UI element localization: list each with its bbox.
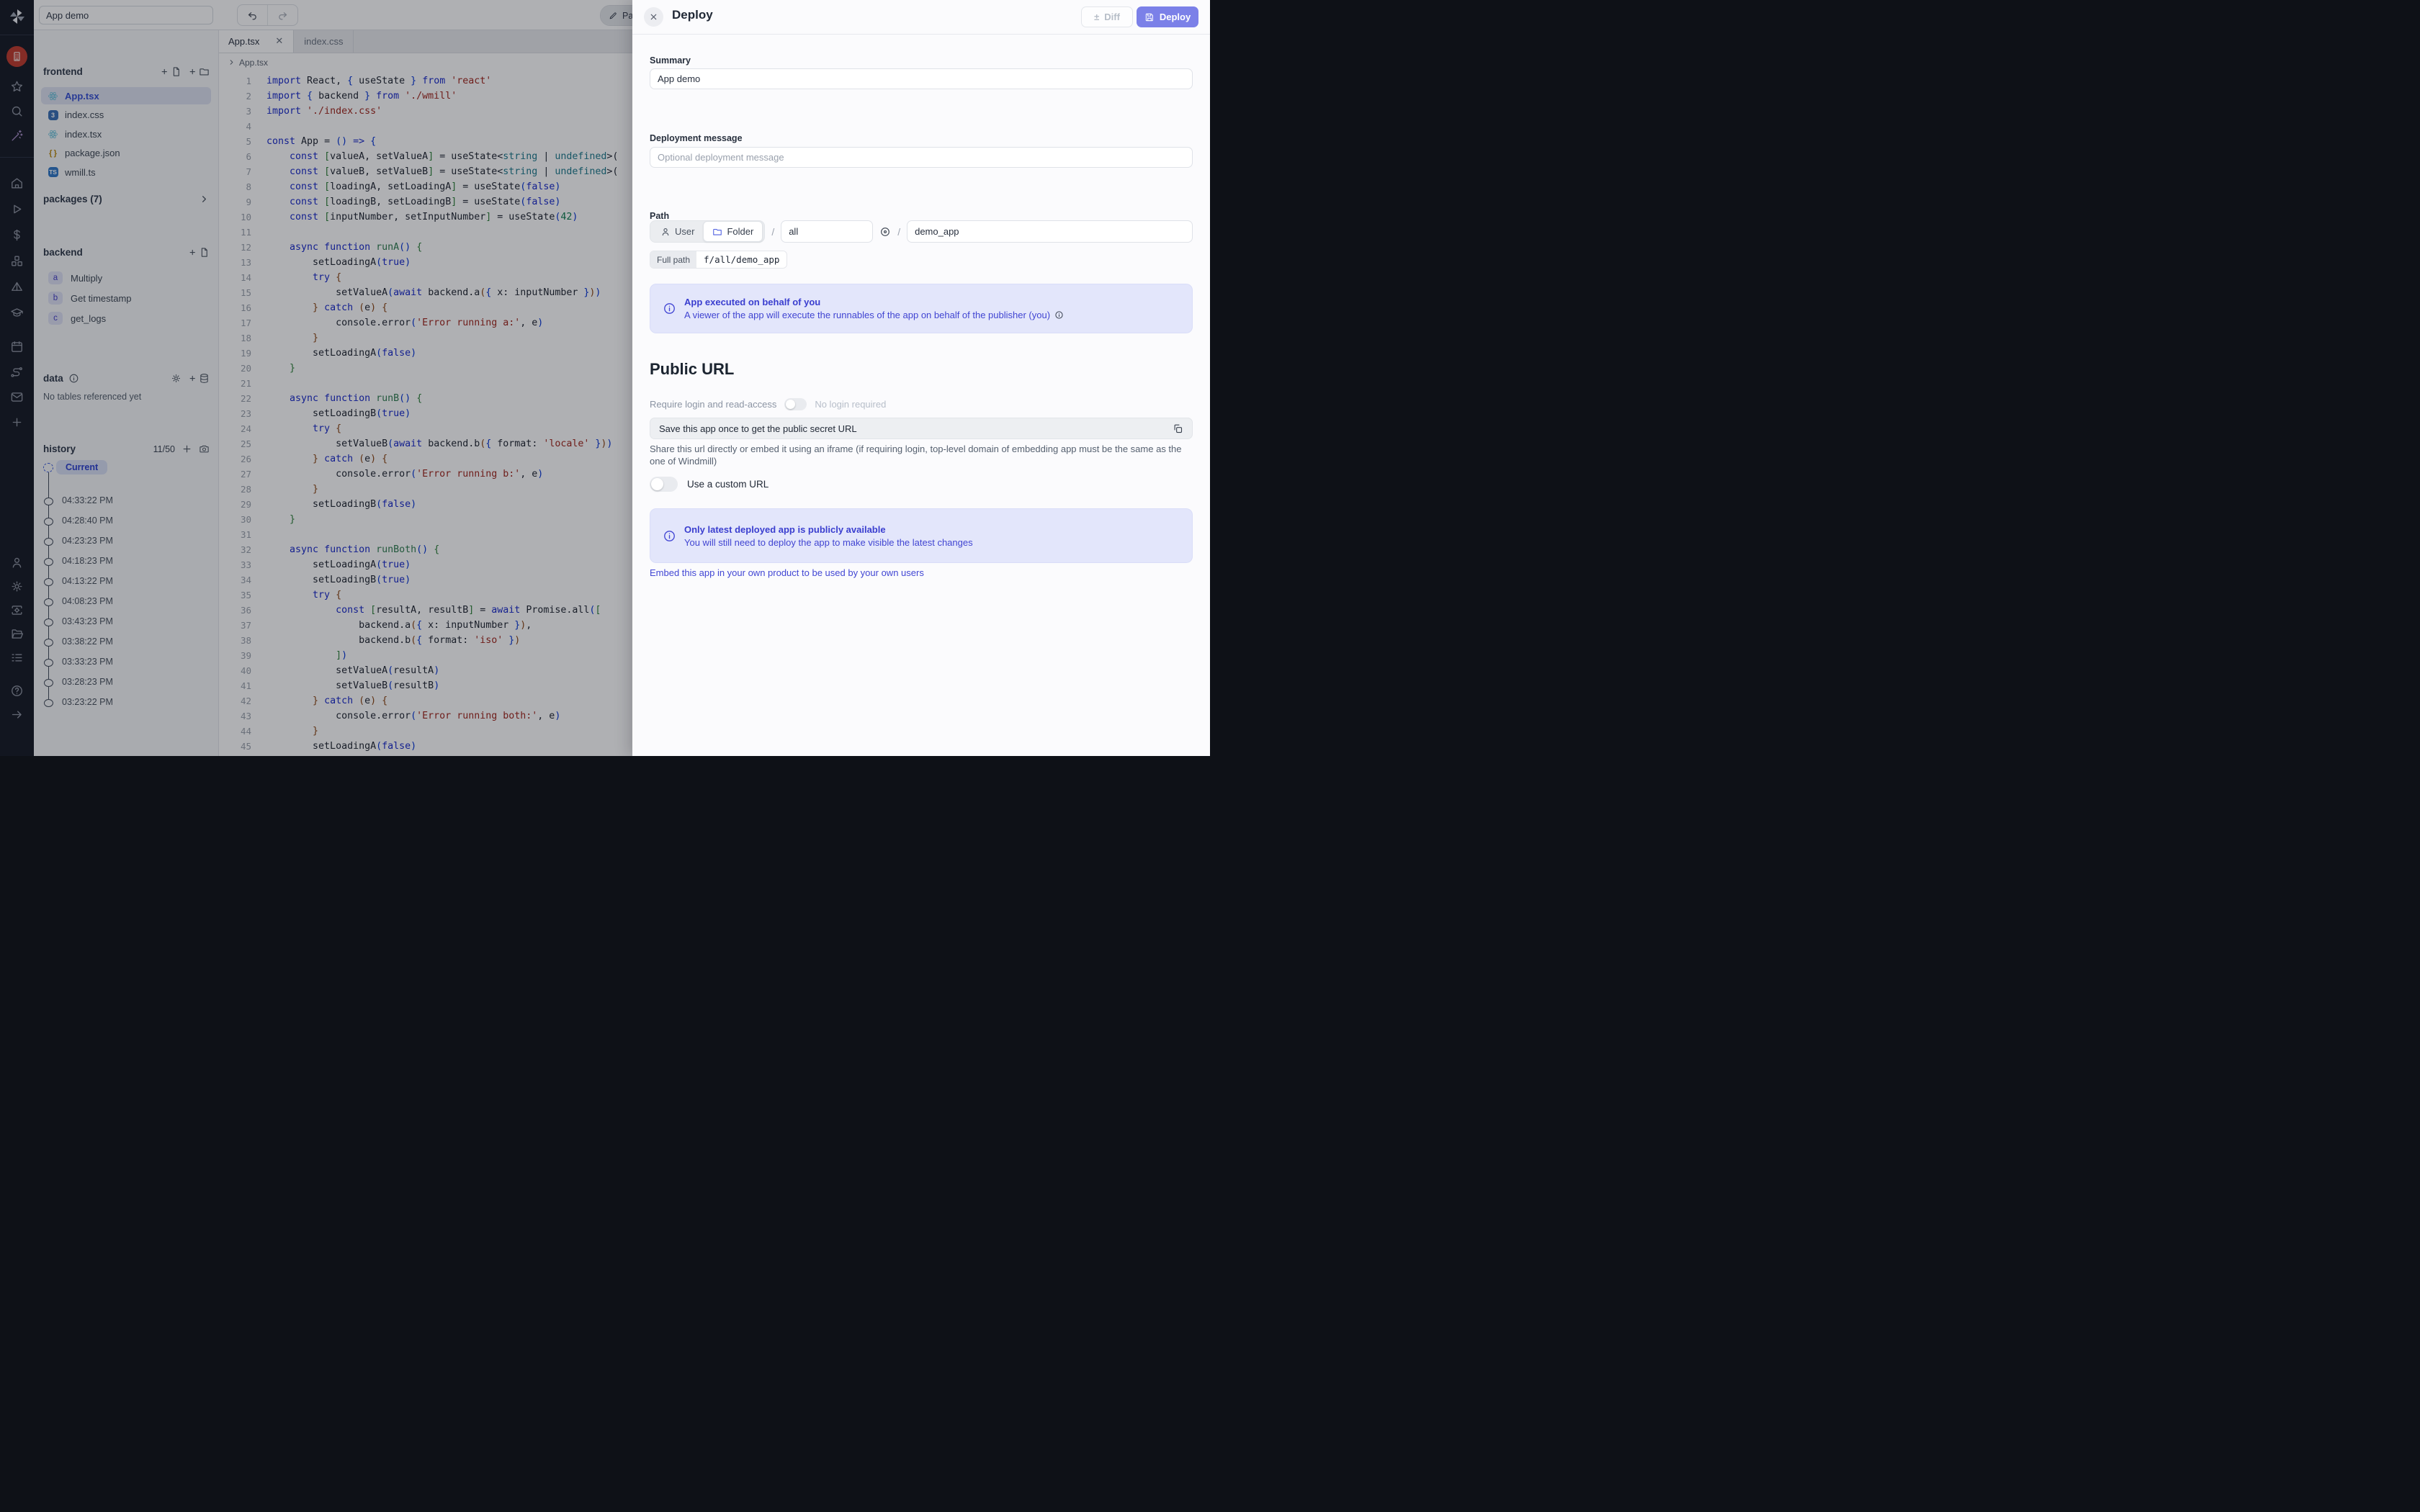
info-icon[interactable]	[1054, 310, 1064, 320]
save-icon	[1144, 12, 1155, 22]
behalf-banner-title: App executed on behalf of you	[684, 297, 1064, 307]
deploy-button[interactable]: Deploy	[1137, 6, 1198, 27]
secret-url-placeholder: Save this app once to get the public sec…	[659, 423, 857, 434]
share-note: Share this url directly or embed it usin…	[650, 444, 1193, 467]
copy-icon[interactable]	[1173, 423, 1183, 434]
custom-url-label: Use a custom URL	[687, 479, 768, 490]
behalf-banner-body: A viewer of the app will execute the run…	[684, 310, 1064, 320]
eye-icon[interactable]	[879, 226, 891, 238]
summary-input[interactable]	[650, 68, 1193, 89]
behalf-banner: App executed on behalf of you A viewer o…	[650, 284, 1193, 333]
path-name-input[interactable]	[907, 220, 1193, 243]
path-owner-input[interactable]	[781, 220, 873, 243]
drawer-title: Deploy	[672, 8, 713, 22]
require-login-toggle[interactable]	[784, 398, 807, 410]
embed-link[interactable]: Embed this app in your own product to be…	[650, 567, 924, 578]
full-path-label: Full path	[650, 251, 696, 268]
segment-folder[interactable]: Folder	[703, 221, 763, 242]
require-login-label: Require login and read-access	[650, 399, 776, 410]
diff-button[interactable]: ± Diff	[1081, 6, 1133, 27]
path-separator: /	[771, 226, 774, 238]
segment-user[interactable]: User	[652, 222, 703, 241]
no-login-label: No login required	[815, 399, 886, 410]
summary-label: Summary	[650, 55, 691, 66]
require-login-row: Require login and read-access No login r…	[650, 398, 886, 410]
path-row: User Folder / /	[650, 220, 1193, 243]
path-separator: /	[897, 226, 900, 238]
drawer-header: Deploy ± Diff Deploy	[632, 0, 1210, 35]
full-path-value: f/all/demo_app	[696, 251, 786, 268]
secret-url-field[interactable]: Save this app once to get the public sec…	[650, 418, 1193, 439]
public-url-heading: Public URL	[650, 360, 734, 379]
close-icon[interactable]	[644, 7, 663, 27]
drawer-backdrop[interactable]	[0, 0, 633, 756]
latest-banner-title: Only latest deployed app is publicly ava…	[684, 524, 973, 535]
custom-url-row: Use a custom URL	[650, 477, 768, 492]
windmill-app-editor: Path f/all/dem frontend App.tsx 3 index.…	[0, 0, 1210, 756]
folder-icon	[712, 227, 722, 237]
info-icon	[663, 529, 676, 543]
full-path-chip: Full path f/all/demo_app	[650, 251, 787, 269]
deploy-drawer: Deploy ± Diff Deploy Summary Deployment …	[632, 0, 1210, 756]
user-icon	[660, 227, 671, 237]
latest-banner-body: You will still need to deploy the app to…	[684, 537, 973, 548]
diff-icon: ±	[1094, 12, 1099, 22]
path-label: Path	[650, 211, 669, 221]
custom-url-toggle[interactable]	[650, 477, 678, 492]
owner-kind-segmented-control: User Folder	[650, 220, 765, 243]
latest-banner: Only latest deployed app is publicly ava…	[650, 508, 1193, 563]
deployment-message-input[interactable]	[650, 147, 1193, 168]
info-icon	[663, 302, 676, 315]
deployment-message-label: Deployment message	[650, 133, 743, 143]
